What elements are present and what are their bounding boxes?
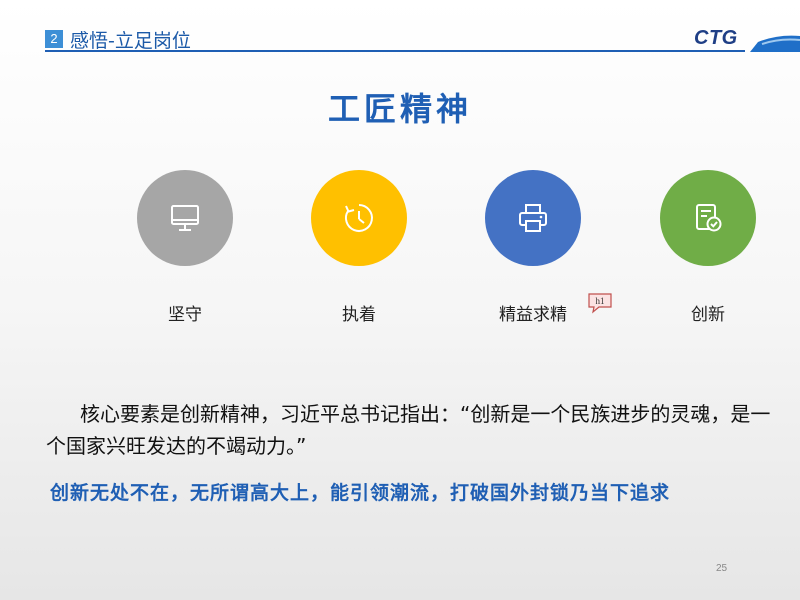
logo-swoosh-icon — [750, 35, 800, 52]
feature-circle — [660, 170, 756, 266]
feature-perseverance: 执着 — [304, 170, 414, 325]
header-divider — [45, 50, 745, 52]
clock-icon — [345, 204, 373, 232]
main-title: 工匠精神 — [327, 90, 472, 128]
printer-icon — [519, 204, 547, 232]
feature-circle — [311, 170, 407, 266]
feature-label: 精益求精 — [499, 305, 567, 325]
section-title: 感悟-立足岗位 — [70, 30, 191, 52]
quote-paragraph: 核心要素是创新精神，习近平总书记指出：“创新是一个民族进步的灵魂，是一个国家兴旺… — [46, 402, 771, 458]
comment-marker-icon[interactable]: h1 — [587, 292, 613, 314]
ctg-logo: CTG — [694, 27, 738, 49]
checklist-icon — [696, 204, 722, 232]
monitor-icon — [171, 205, 199, 231]
feature-innovation: 创新 — [653, 170, 763, 325]
feature-circle — [137, 170, 233, 266]
page-number: 25 — [716, 563, 728, 574]
feature-label: 坚守 — [168, 305, 202, 325]
slide-header: 2 感悟-立足岗位 CTG — [0, 0, 800, 60]
feature-excellence: 精益求精 — [478, 170, 588, 325]
feature-circle — [485, 170, 581, 266]
feature-persistence: 坚守 — [130, 170, 240, 325]
feature-label: 执着 — [342, 305, 376, 325]
slogan-text: 创新无处不在，无所谓高大上，能引领潮流，打破国外封锁乃当下追求 — [50, 482, 671, 504]
section-number-badge: 2 — [45, 30, 63, 48]
feature-label: 创新 — [691, 305, 725, 325]
comment-marker-text: h1 — [596, 296, 605, 306]
